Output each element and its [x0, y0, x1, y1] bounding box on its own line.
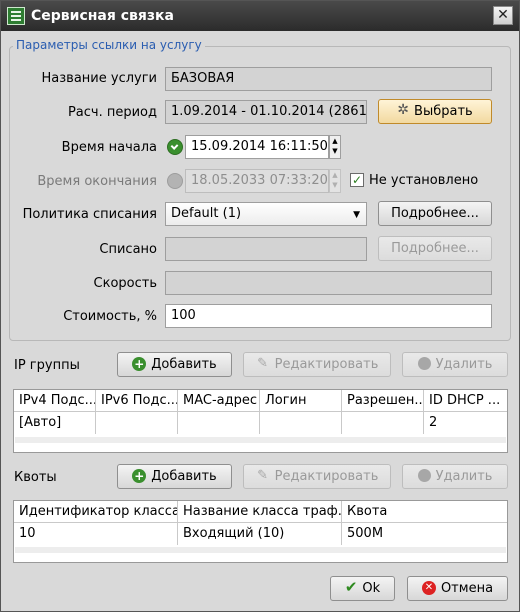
quotas-table[interactable]: Идентификатор класса Название класса тра… — [13, 500, 508, 563]
charged-details-button: Подробнее... — [378, 236, 492, 261]
not-set-label: Не установлено — [369, 173, 479, 188]
cancel-label: Отмена — [440, 581, 494, 596]
column-header[interactable]: ID DHCP ... — [424, 390, 507, 412]
start-time-spinner[interactable]: ▲ ▼ — [329, 135, 341, 159]
column-header[interactable]: IPv6 Подс... — [96, 390, 178, 412]
policy-select-value: Default (1) — [171, 206, 242, 221]
cost-input[interactable]: 100 — [165, 304, 492, 328]
table-cell — [342, 412, 424, 434]
ip-groups-delete-label: Удалить — [435, 357, 493, 372]
horizontal-scrollbar[interactable] — [15, 437, 506, 443]
list-window-icon — [7, 7, 25, 25]
start-time-input[interactable]: 15.09.2014 16:11:50 — [185, 135, 329, 159]
table-cell — [178, 412, 260, 434]
ip-groups-delete-button: Удалить — [402, 352, 508, 377]
select-period-label: Выбрать — [414, 104, 473, 119]
end-time-input: 18.05.2033 07:33:20 — [185, 169, 329, 193]
quotas-label: Квоты — [14, 470, 57, 485]
gear-icon: ✲ — [397, 102, 410, 118]
ip-groups-table[interactable]: IPv4 Подс... IPv6 Подс... MAC-адрес Логи… — [13, 389, 508, 453]
ip-groups-add-label: Добавить — [151, 357, 217, 372]
table-cell: 500M — [347, 526, 384, 541]
pencil-icon: ✎ — [257, 355, 269, 371]
gray-circle-icon — [417, 469, 431, 482]
ip-groups-table-header: IPv4 Подс... IPv6 Подс... MAC-адрес Логи… — [14, 390, 507, 412]
table-cell: 2 — [429, 415, 438, 430]
service-name-field: БАЗОВАЯ — [165, 67, 492, 91]
period-field: 1.09.2014 - 01.10.2014 (2861) — [165, 100, 367, 124]
policy-details-button[interactable]: Подробнее... — [378, 201, 492, 226]
table-cell: [Авто] — [14, 412, 96, 434]
column-header[interactable]: Логин — [260, 390, 342, 412]
start-time-toggle-icon[interactable] — [167, 139, 183, 155]
close-button[interactable]: ✕ — [493, 6, 513, 25]
end-time-label: Время окончания — [37, 174, 157, 189]
green-check-icon: ✔ — [344, 578, 358, 596]
service-name-label: Название услуги — [41, 71, 157, 86]
window-title: Сервисная связка — [31, 8, 174, 24]
speed-label: Скорость — [93, 276, 157, 291]
quotas-edit-label: Редактировать — [274, 469, 379, 484]
green-plus-icon: + — [132, 468, 147, 483]
params-group-title: Параметры ссылки на услугу — [13, 38, 205, 52]
cancel-button[interactable]: ✕ Отмена — [407, 576, 508, 601]
table-cell — [96, 412, 178, 434]
quotas-delete-button: Удалить — [402, 464, 508, 489]
table-cell — [260, 412, 342, 434]
red-cancel-icon: ✕ — [421, 580, 436, 595]
ip-groups-add-button[interactable]: + Добавить — [117, 352, 232, 377]
charged-field — [165, 237, 367, 261]
column-header[interactable]: Идентификатор класса — [14, 501, 178, 523]
end-time-spinner: ▲ ▼ — [329, 169, 341, 193]
column-header[interactable]: IPv4 Подс... — [14, 390, 96, 412]
gray-circle-icon — [417, 357, 431, 370]
service-link-dialog: Сервисная связка ✕ Параметры ссылки на у… — [0, 0, 520, 612]
title-bar[interactable]: Сервисная связка ✕ — [1, 1, 519, 31]
horizontal-scrollbar[interactable] — [15, 547, 506, 553]
pencil-icon: ✎ — [257, 467, 269, 483]
table-cell: Входящий (10) — [178, 523, 342, 545]
end-time-toggle-icon — [167, 173, 183, 189]
chevron-down-icon: ▼ — [353, 210, 360, 220]
ip-groups-edit-button: ✎ Редактировать — [243, 352, 391, 377]
select-period-button[interactable]: ✲ Выбрать — [378, 99, 492, 124]
quotas-add-button[interactable]: + Добавить — [117, 464, 232, 489]
ok-button[interactable]: ✔ Ok — [330, 576, 395, 601]
table-row[interactable]: [Авто] 2 — [14, 412, 507, 434]
start-time-label: Время начала — [61, 140, 157, 155]
quotas-edit-button: ✎ Редактировать — [243, 464, 391, 489]
column-header[interactable]: Разрешен... — [342, 390, 424, 412]
period-label: Расч. период — [67, 105, 157, 120]
ip-groups-edit-label: Редактировать — [274, 357, 379, 372]
column-header[interactable]: Название класса траф... — [178, 501, 342, 523]
policy-label: Политика списания — [22, 207, 157, 222]
quotas-table-header: Идентификатор класса Название класса тра… — [14, 501, 507, 523]
speed-field — [165, 271, 492, 295]
quotas-delete-label: Удалить — [435, 469, 493, 484]
policy-select[interactable]: Default (1) ▼ — [165, 202, 367, 226]
ok-label: Ok — [362, 581, 381, 596]
quotas-add-label: Добавить — [151, 469, 217, 484]
charged-label: Списано — [99, 242, 157, 257]
ip-groups-label: IP группы — [14, 358, 80, 373]
cost-label: Стоимость, % — [63, 309, 157, 324]
not-set-checkbox[interactable]: ✓ — [350, 173, 364, 187]
green-plus-icon: + — [132, 356, 147, 371]
column-header[interactable]: MAC-адрес — [178, 390, 260, 412]
table-cell: 10 — [14, 523, 178, 545]
table-row[interactable]: 10 Входящий (10) 500M — [14, 523, 507, 545]
column-header[interactable]: Квота — [342, 501, 507, 523]
